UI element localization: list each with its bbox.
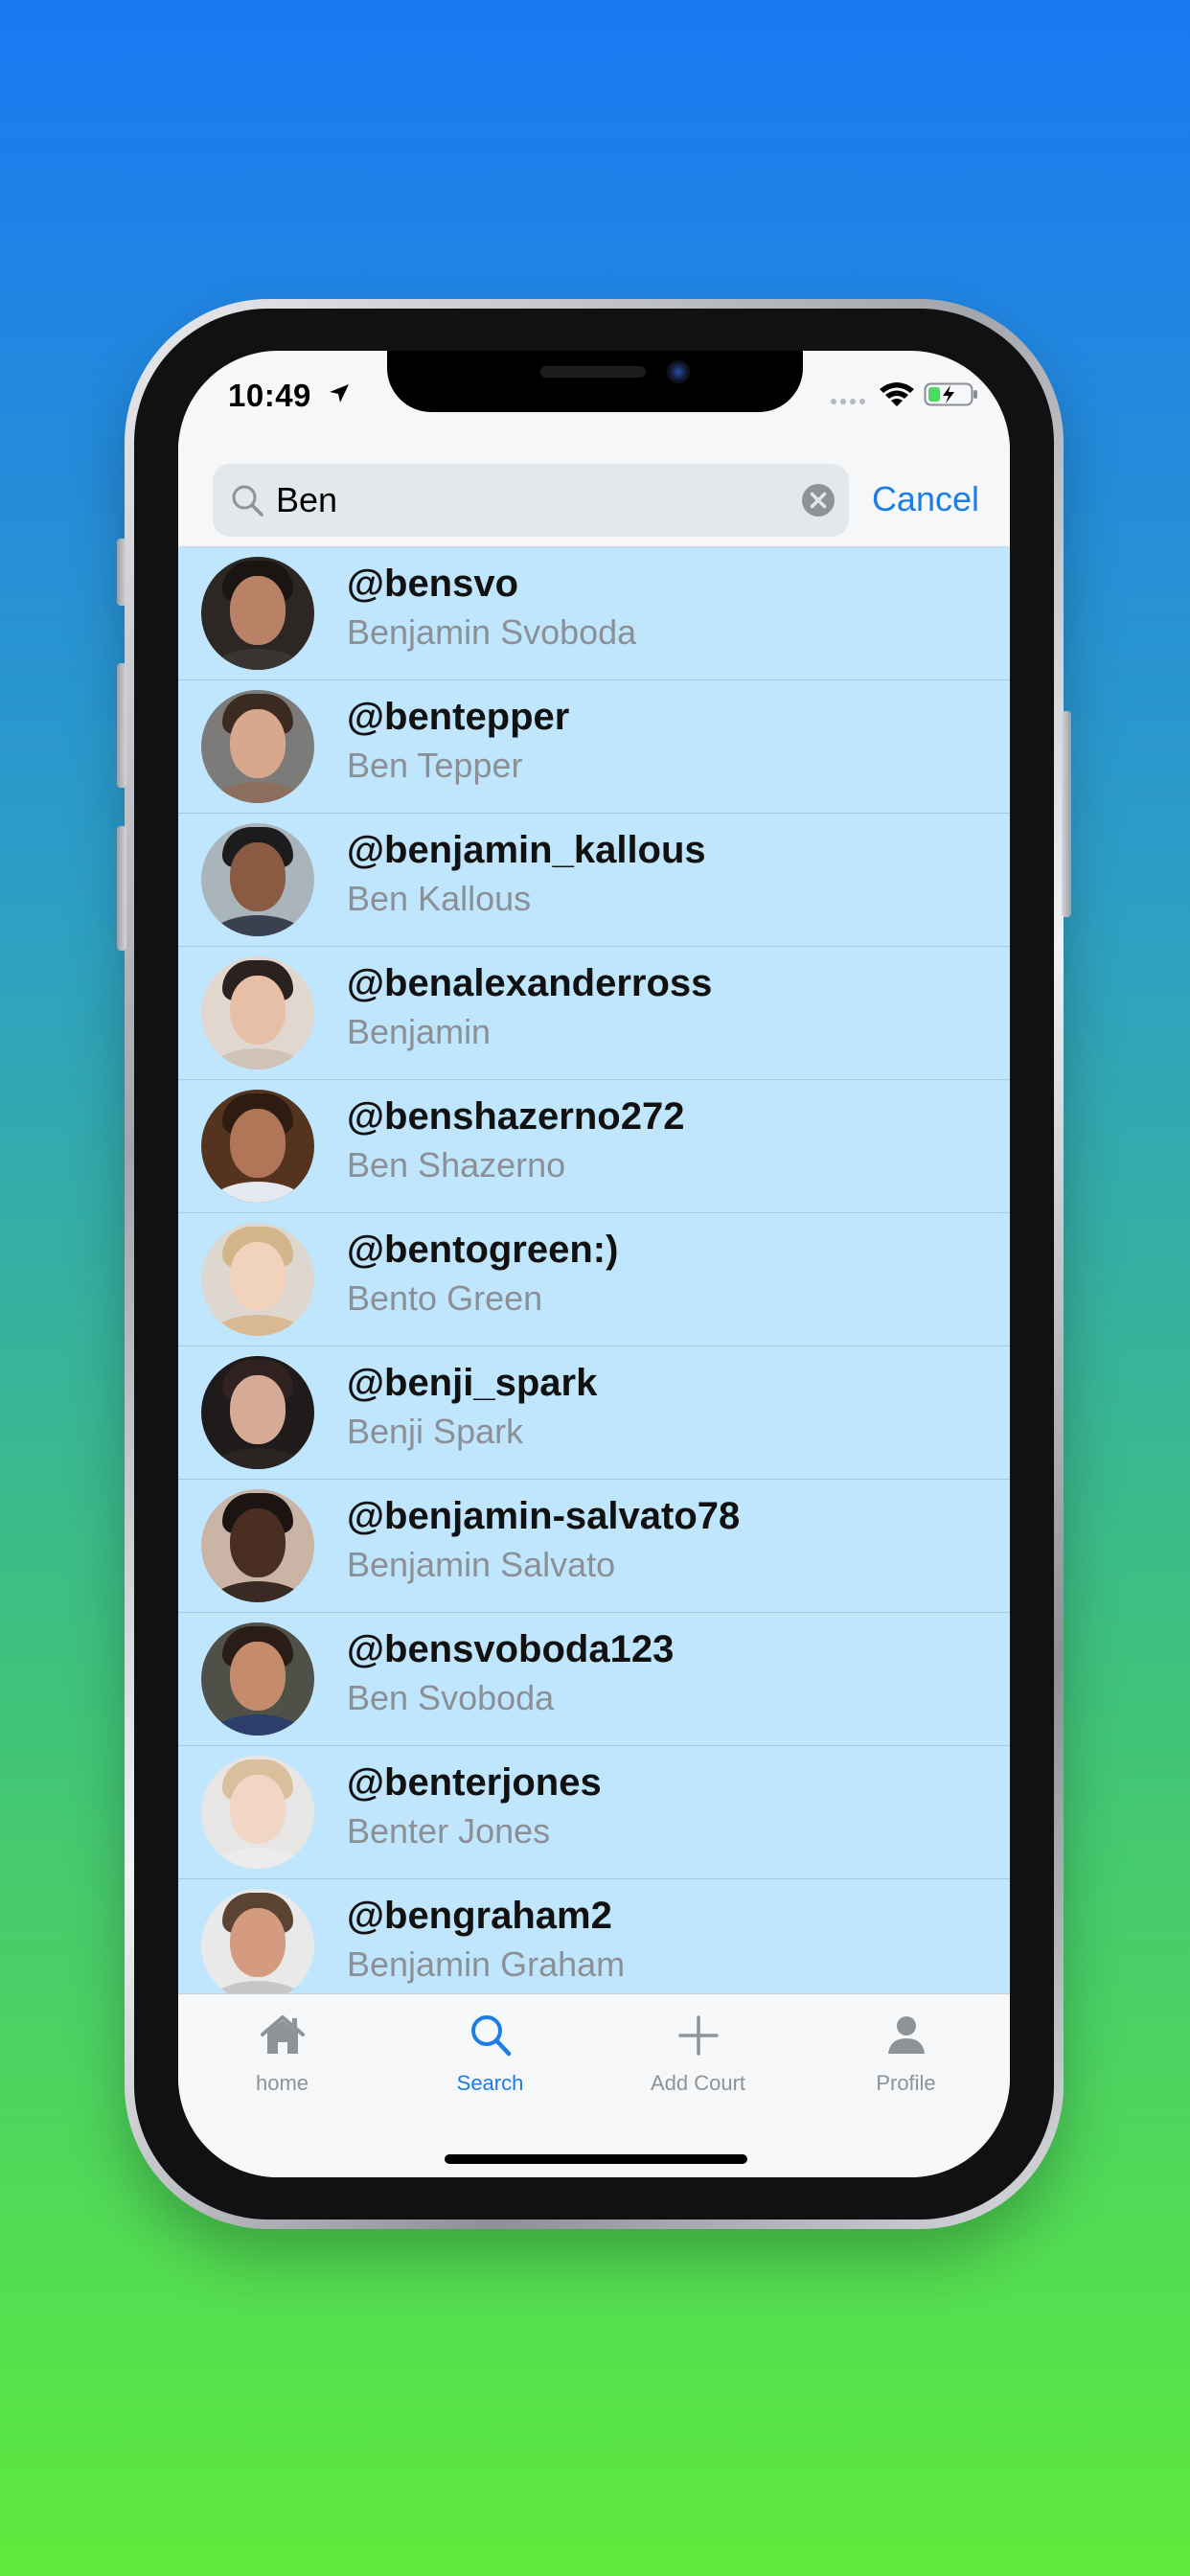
search-icon [470, 2015, 511, 2057]
search-results-list[interactable]: @bensvo Benjamin Svoboda @bentepper Ben … [178, 547, 1010, 1993]
result-username: @benshazerno272 [347, 1095, 685, 1138]
plus-icon [677, 2015, 719, 2056]
result-row[interactable]: @bentepper Ben Tepper [178, 680, 1010, 814]
result-username: @benalexanderross [347, 962, 713, 1004]
result-row[interactable]: @bentogreen:) Bento Green [178, 1213, 1010, 1346]
result-row[interactable]: @benji_spark Benji Spark [178, 1346, 1010, 1480]
search-header: Cancel [178, 437, 1010, 547]
cellular-signal-icon [831, 399, 865, 404]
speaker-grille [540, 366, 646, 378]
result-row[interactable]: @bensvo Benjamin Svoboda [178, 547, 1010, 680]
result-username: @bensvoboda123 [347, 1628, 675, 1670]
avatar [201, 1356, 314, 1469]
result-row[interactable]: @bengraham2 Benjamin Graham [178, 1879, 1010, 1993]
avatar [201, 1223, 314, 1336]
result-fullname: Benjamin Salvato [347, 1545, 616, 1584]
clear-search-icon[interactable] [801, 483, 835, 518]
result-username: @bensvo [347, 563, 519, 605]
tab-add-court[interactable]: Add Court [594, 2010, 802, 2105]
tab-label: home [255, 2071, 309, 2095]
result-row[interactable]: @bensvoboda123 Ben Svoboda [178, 1613, 1010, 1746]
result-username: @benji_spark [347, 1362, 598, 1404]
front-camera [667, 360, 690, 383]
cancel-button[interactable]: Cancel [872, 479, 979, 519]
screen: 10:49 Ben Cancel @bensvo Benjamin Svobod… [178, 351, 1010, 2177]
result-row[interactable]: @benalexanderross Benjamin [178, 947, 1010, 1080]
magnifier-icon [232, 485, 263, 517]
result-username: @benjamin-salvato78 [347, 1495, 741, 1537]
avatar [201, 1090, 314, 1203]
result-row[interactable]: @benshazerno272 Ben Shazerno [178, 1080, 1010, 1213]
result-fullname: Benjamin Graham [347, 1944, 626, 1984]
volume-up-button [117, 663, 126, 788]
avatar [201, 1489, 314, 1602]
result-fullname: Benji Spark [347, 1412, 524, 1451]
result-fullname: Ben Shazerno [347, 1145, 566, 1184]
silent-switch [117, 539, 126, 606]
result-username: @bentogreen:) [347, 1229, 619, 1271]
result-username: @bengraham2 [347, 1895, 612, 1937]
home-indicator[interactable] [445, 2154, 747, 2164]
wifi-icon [880, 382, 914, 406]
result-row[interactable]: @benjamin_kallous Ben Kallous [178, 814, 1010, 947]
avatar [201, 956, 314, 1070]
volume-down-button [117, 826, 126, 951]
result-fullname: Benter Jones [347, 1811, 551, 1851]
result-row[interactable]: @benterjones Benter Jones [178, 1746, 1010, 1879]
avatar [201, 823, 314, 936]
tab-bar: home Search Add Court Profile [178, 1993, 1010, 2177]
location-arrow-icon [330, 384, 349, 402]
result-fullname: Benjamin Svoboda [347, 612, 637, 652]
house-icon [260, 2015, 305, 2054]
tab-profile[interactable]: Profile [802, 2010, 1010, 2105]
result-fullname: Ben Kallous [347, 879, 532, 918]
result-fullname: Bento Green [347, 1278, 543, 1318]
tab-search[interactable]: Search [386, 2010, 594, 2105]
avatar [201, 557, 314, 670]
result-fullname: Ben Tepper [347, 746, 523, 785]
notch [387, 351, 803, 412]
phone-frame: 10:49 Ben Cancel @bensvo Benjamin Svobod… [117, 299, 1071, 2229]
avatar [201, 1889, 314, 1993]
tab-label: Add Court [650, 2071, 746, 2095]
avatar [201, 1622, 314, 1736]
result-username: @benjamin_kallous [347, 829, 706, 871]
result-fullname: Ben Svoboda [347, 1678, 555, 1717]
avatar [201, 1756, 314, 1869]
tab-label: Search [456, 2071, 524, 2095]
avatar [201, 690, 314, 803]
result-username: @benterjones [347, 1761, 602, 1804]
result-username: @bentepper [347, 696, 570, 738]
status-time: 10:49 [228, 378, 311, 413]
tab-home[interactable]: home [178, 2010, 386, 2105]
result-fullname: Benjamin [347, 1012, 492, 1051]
search-field[interactable] [213, 464, 849, 537]
power-button [1062, 711, 1071, 917]
result-row[interactable]: @benjamin-salvato78 Benjamin Salvato [178, 1480, 1010, 1613]
search-input[interactable] [276, 480, 755, 520]
battery-charging-icon [924, 382, 977, 406]
tab-label: Profile [876, 2071, 936, 2095]
person-icon [887, 2016, 925, 2054]
